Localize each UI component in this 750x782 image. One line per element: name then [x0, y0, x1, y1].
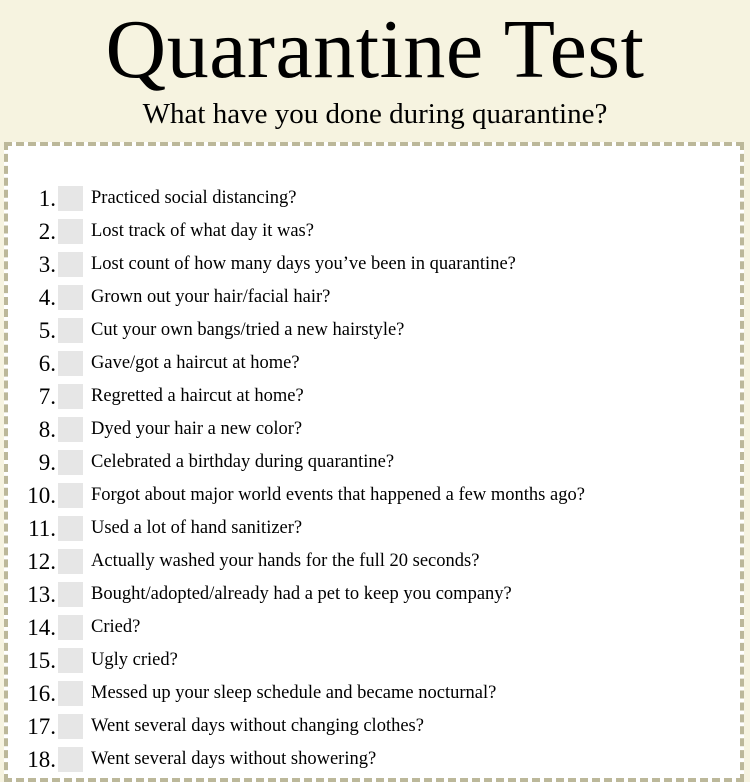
question-item-8: 8. Dyed your hair a new color?: [8, 413, 740, 446]
question-item-13: 13. Bought/adopted/already had a pet to …: [8, 578, 740, 611]
question-item-10: 10. Forgot about major world events that…: [8, 479, 740, 512]
question-number: 9.: [38, 450, 56, 475]
question-number: 17.: [27, 714, 56, 739]
question-number: 1.: [38, 186, 56, 211]
question-text: Grown out your hair/facial hair?: [91, 287, 331, 307]
question-text: Actually washed your hands for the full …: [91, 551, 480, 571]
page-subtitle: What have you done during quarantine?: [142, 98, 608, 130]
question-text: Celebrated a birthday during quarantine?: [91, 452, 395, 472]
question-number: 12.: [27, 549, 56, 574]
question-checkbox[interactable]: [58, 384, 83, 409]
question-checkbox[interactable]: [58, 318, 83, 343]
question-number: 6.: [38, 351, 56, 376]
question-item-2: 2. Lost track of what day it was?: [8, 215, 740, 248]
question-checkbox[interactable]: [58, 417, 83, 442]
question-number: 11.: [28, 516, 56, 541]
question-item-12: 12. Actually washed your hands for the f…: [8, 545, 740, 578]
question-checkbox[interactable]: [58, 747, 83, 772]
question-text: Practiced social distancing?: [91, 188, 297, 208]
question-checkbox[interactable]: [58, 615, 83, 640]
question-checkbox[interactable]: [58, 516, 83, 541]
question-number: 18.: [27, 747, 56, 772]
question-text: Regretted a haircut at home?: [91, 386, 304, 406]
question-item-4: 4. Grown out your hair/facial hair?: [8, 281, 740, 314]
question-text: Ugly cried?: [91, 650, 178, 670]
question-checkbox[interactable]: [58, 483, 83, 508]
question-text: Cut your own bangs/tried a new hairstyle…: [91, 320, 405, 340]
question-text: Cried?: [91, 617, 141, 637]
question-checkbox[interactable]: [58, 714, 83, 739]
question-number: 13.: [27, 582, 56, 607]
question-text: Went several days without showering?: [91, 749, 377, 769]
question-text: Lost track of what day it was?: [91, 221, 314, 241]
question-text: Forgot about major world events that hap…: [91, 485, 585, 505]
question-item-14: 14. Cried?: [8, 611, 740, 644]
question-text: Gave/got a haircut at home?: [91, 353, 300, 373]
question-number: 3.: [38, 252, 56, 277]
question-item-6: 6. Gave/got a haircut at home?: [8, 347, 740, 380]
question-checkbox[interactable]: [58, 648, 83, 673]
question-item-18: 18. Went several days without showering?: [8, 743, 740, 776]
question-list: 1. Practiced social distancing? 2. Lost …: [8, 182, 740, 776]
question-checkbox[interactable]: [58, 285, 83, 310]
question-text: Bought/adopted/already had a pet to keep…: [91, 584, 512, 604]
page-title: Quarantine Test: [105, 3, 645, 96]
question-text: Went several days without changing cloth…: [91, 716, 424, 736]
question-item-1: 1. Practiced social distancing?: [8, 182, 740, 215]
question-number: 5.: [38, 318, 56, 343]
question-number: 7.: [38, 384, 56, 409]
question-item-5: 5. Cut your own bangs/tried a new hairst…: [8, 314, 740, 347]
quiz-card: 1. Practiced social distancing? 2. Lost …: [4, 142, 744, 782]
question-number: 2.: [38, 219, 56, 244]
question-number: 10.: [27, 483, 56, 508]
question-item-15: 15. Ugly cried?: [8, 644, 740, 677]
question-item-9: 9. Celebrated a birthday during quaranti…: [8, 446, 740, 479]
question-number: 8.: [38, 417, 56, 442]
question-checkbox[interactable]: [58, 681, 83, 706]
question-number: 4.: [38, 285, 56, 310]
question-text: Lost count of how many days you’ve been …: [91, 254, 516, 274]
question-checkbox[interactable]: [58, 252, 83, 277]
question-number: 16.: [27, 681, 56, 706]
question-checkbox[interactable]: [58, 450, 83, 475]
question-item-3: 3. Lost count of how many days you’ve be…: [8, 248, 740, 281]
question-item-7: 7. Regretted a haircut at home?: [8, 380, 740, 413]
question-checkbox[interactable]: [58, 351, 83, 376]
question-text: Used a lot of hand sanitizer?: [91, 518, 303, 538]
question-item-11: 11. Used a lot of hand sanitizer?: [8, 512, 740, 545]
question-text: Dyed your hair a new color?: [91, 419, 303, 439]
question-item-16: 16. Messed up your sleep schedule and be…: [8, 677, 740, 710]
question-number: 14.: [27, 615, 56, 640]
question-item-17: 17. Went several days without changing c…: [8, 710, 740, 743]
question-text: Messed up your sleep schedule and became…: [91, 683, 497, 703]
question-checkbox[interactable]: [58, 582, 83, 607]
question-number: 15.: [27, 648, 56, 673]
question-checkbox[interactable]: [58, 186, 83, 211]
question-checkbox[interactable]: [58, 219, 83, 244]
question-checkbox[interactable]: [58, 549, 83, 574]
